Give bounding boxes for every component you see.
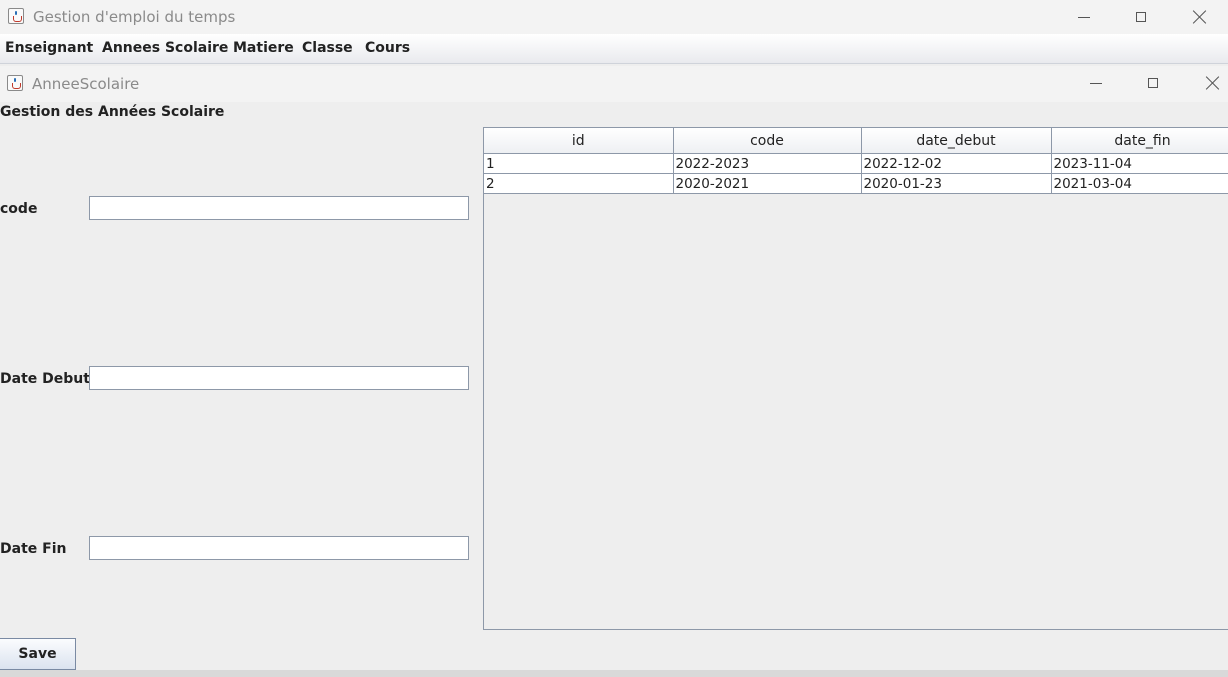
code-label: code [0, 201, 38, 217]
annees-table[interactable]: id code date_debut date_fin 1 2022-2023 … [484, 128, 1228, 194]
minimize-button[interactable] [1069, 2, 1099, 32]
date-fin-input[interactable] [89, 536, 469, 560]
frame-maximize-button[interactable] [1138, 68, 1168, 98]
annees-table-scrollpane[interactable]: id code date_debut date_fin 1 2022-2023 … [483, 127, 1228, 630]
window-bottom-edge [0, 670, 1228, 677]
column-header-id[interactable]: id [484, 128, 674, 154]
column-header-date-fin[interactable]: date_fin [1051, 128, 1228, 154]
table-cell-code[interactable]: 2020-2021 [673, 173, 862, 194]
menu-bar: Enseignant Annees Scolaire Matiere Class… [0, 34, 1228, 64]
date-debut-label: Date Debut [0, 371, 90, 387]
column-header-date-debut[interactable]: date_debut [861, 128, 1052, 154]
minimize-icon [1078, 16, 1090, 18]
java-app-icon [8, 8, 24, 24]
main-window-title: Gestion d'emploi du temps [33, 8, 236, 26]
internal-frame-titlebar[interactable]: AnneeScolaire [0, 66, 1228, 102]
table-cell-date-fin[interactable]: 2023-11-04 [1051, 153, 1228, 174]
close-icon [1206, 76, 1220, 90]
table-cell-date-debut[interactable]: 2020-01-23 [861, 173, 1052, 194]
main-window-titlebar[interactable]: Gestion d'emploi du temps [0, 0, 1228, 34]
close-icon [1193, 10, 1207, 24]
code-input[interactable] [89, 196, 469, 220]
table-row[interactable]: 1 2022-2023 2022-12-02 2023-11-04 [484, 153, 1228, 174]
table-cell-id[interactable]: 1 [484, 153, 674, 174]
date-debut-input[interactable] [89, 366, 469, 390]
table-cell-date-fin[interactable]: 2021-03-04 [1051, 173, 1228, 194]
close-button[interactable] [1185, 2, 1215, 32]
menu-enseignant[interactable]: Enseignant [5, 40, 93, 56]
frame-close-button[interactable] [1198, 68, 1228, 98]
frame-minimize-button[interactable] [1081, 68, 1111, 98]
table-row[interactable]: 2 2020-2021 2020-01-23 2021-03-04 [484, 173, 1228, 194]
table-cell-id[interactable]: 2 [484, 173, 674, 194]
table-cell-date-debut[interactable]: 2022-12-02 [861, 153, 1052, 174]
internal-frame-title: AnneeScolaire [32, 75, 140, 93]
section-title: Gestion des Années Scolaire [0, 104, 225, 120]
save-button[interactable]: Save [0, 638, 76, 670]
minimize-icon [1090, 82, 1102, 84]
table-cell-code[interactable]: 2022-2023 [673, 153, 862, 174]
menu-annees-scolaire[interactable]: Annees Scolaire [102, 40, 228, 56]
maximize-icon [1136, 12, 1146, 22]
table-header-row: id code date_debut date_fin [484, 128, 1228, 154]
menu-cours[interactable]: Cours [365, 40, 410, 56]
date-fin-label: Date Fin [0, 541, 67, 557]
java-frame-icon [7, 75, 23, 91]
menu-matiere[interactable]: Matiere [233, 40, 294, 56]
maximize-icon [1148, 78, 1158, 88]
column-header-code[interactable]: code [673, 128, 862, 154]
menu-classe[interactable]: Classe [302, 40, 353, 56]
maximize-button[interactable] [1126, 2, 1156, 32]
